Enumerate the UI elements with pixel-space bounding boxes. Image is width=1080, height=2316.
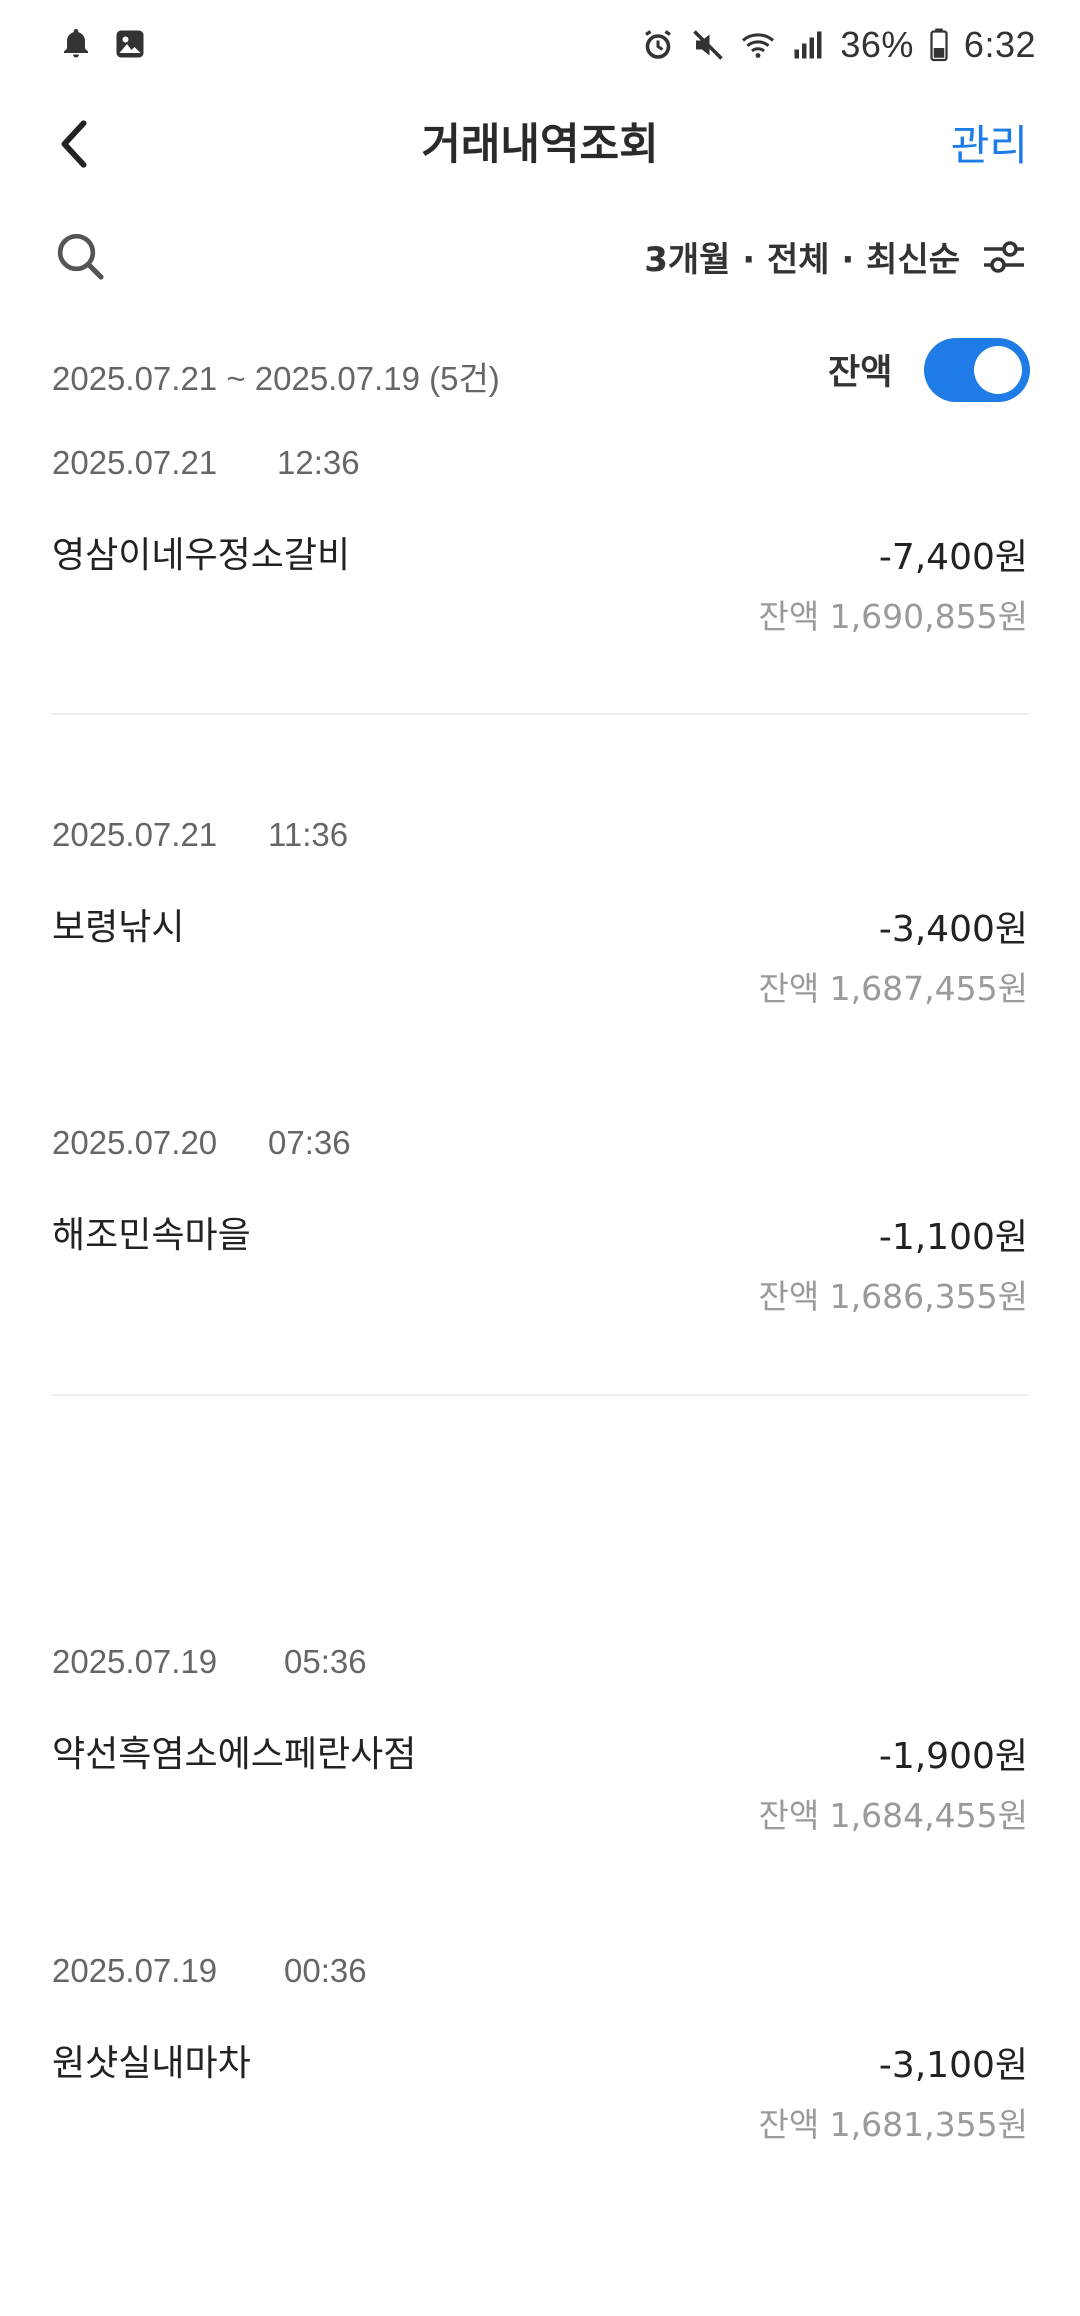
txn-amount: -7,400원 bbox=[878, 537, 1028, 578]
bell-icon bbox=[58, 26, 94, 62]
battery-icon bbox=[928, 27, 950, 63]
txn-balance: 잔액 1,686,355원 bbox=[758, 1277, 1028, 1316]
toggle-knob bbox=[974, 346, 1022, 394]
txn-time: 00:36 bbox=[284, 1952, 367, 1989]
txn-amount: -1,100원 bbox=[878, 1217, 1028, 1258]
txn-time: 11:36 bbox=[268, 816, 349, 853]
txn-merchant[interactable]: 원샷실내마차 bbox=[52, 2034, 251, 2086]
search-button[interactable] bbox=[52, 228, 108, 284]
txn-date: 2025.07.19 bbox=[52, 1643, 218, 1680]
filter-button[interactable]: 3개월 · 전체 · 최신순 bbox=[644, 232, 1028, 281]
page-title: 거래내역조회 bbox=[421, 120, 659, 170]
txn-balance: 잔액 1,687,455원 bbox=[758, 969, 1028, 1008]
filter-sliders-icon bbox=[984, 240, 1024, 273]
balance-toggle-label: 잔액 bbox=[828, 353, 893, 393]
mute-icon bbox=[690, 27, 726, 63]
filter-label: 3개월 · 전체 · 최신순 bbox=[644, 240, 960, 280]
txn-amount: -3,100원 bbox=[878, 2045, 1028, 2086]
txn-balance: 잔액 1,681,355원 bbox=[758, 2105, 1028, 2144]
txn-date: 2025.07.20 bbox=[52, 1124, 218, 1161]
txn-time: 07:36 bbox=[268, 1124, 351, 1161]
balance-toggle[interactable] bbox=[924, 338, 1030, 402]
txn-merchant[interactable]: 해조민속마을 bbox=[52, 1206, 251, 1258]
manage-button[interactable]: 관리 bbox=[951, 112, 1028, 173]
clock-time: 6:32 bbox=[963, 24, 1036, 65]
txn-date: 2025.07.19 bbox=[52, 1952, 218, 1989]
txn-time: 05:36 bbox=[284, 1643, 367, 1680]
wifi-icon bbox=[740, 27, 776, 63]
status-bar: 36% 6:32 bbox=[0, 0, 1080, 96]
txn-amount: -3,400원 bbox=[878, 909, 1028, 950]
txn-merchant[interactable]: 영삼이네우정소갈비 bbox=[52, 526, 350, 578]
txn-balance: 잔액 1,690,855원 bbox=[758, 597, 1028, 636]
status-right: 36% 6:32 bbox=[640, 24, 1036, 66]
status-left-icons bbox=[58, 26, 148, 62]
txn-time: 12:36 bbox=[277, 444, 360, 481]
search-icon bbox=[57, 233, 104, 280]
date-range-summary: 2025.07.21 ~ 2025.07.19 (5건) bbox=[52, 360, 500, 397]
txn-merchant[interactable]: 보령낚시 bbox=[52, 898, 184, 950]
txn-amount: -1,900원 bbox=[878, 1736, 1028, 1777]
alarm-icon bbox=[640, 27, 676, 63]
signal-icon bbox=[790, 27, 826, 63]
txn-date: 2025.07.21 bbox=[52, 816, 218, 853]
divider bbox=[52, 713, 1028, 715]
txn-merchant[interactable]: 약선흑염소에스페란사점 bbox=[52, 1725, 416, 1777]
txn-date: 2025.07.21 bbox=[52, 444, 218, 481]
image-icon bbox=[112, 26, 148, 62]
txn-balance: 잔액 1,684,455원 bbox=[758, 1796, 1028, 1835]
divider bbox=[52, 1394, 1028, 1396]
battery-percent: 36% bbox=[840, 24, 914, 65]
